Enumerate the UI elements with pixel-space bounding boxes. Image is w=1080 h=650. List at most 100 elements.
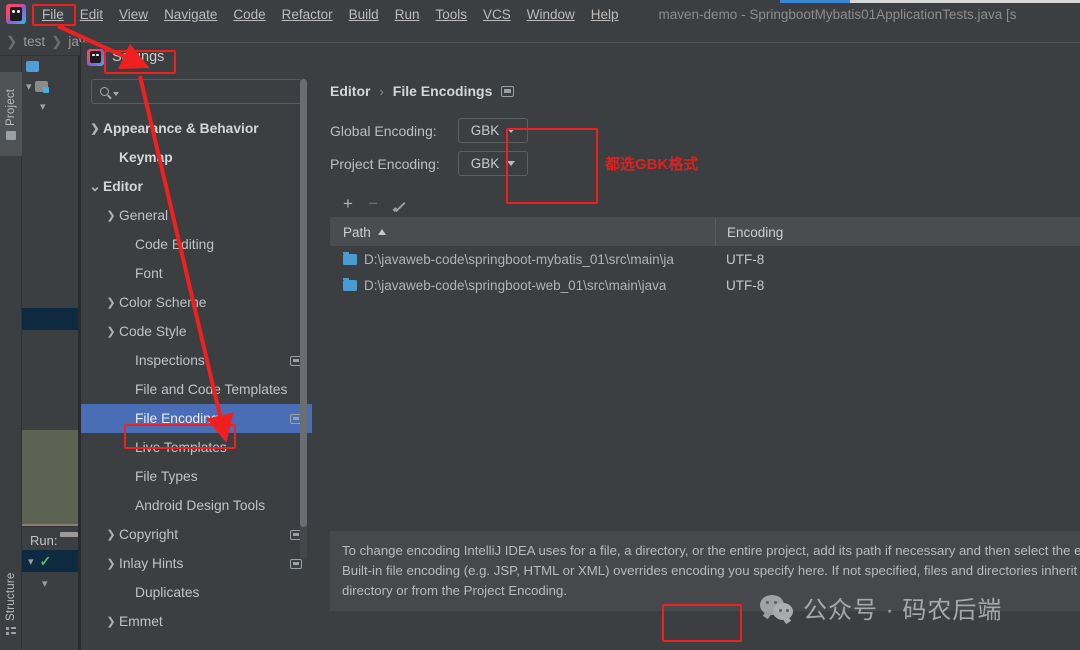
settings-tree-item-label: Keymap bbox=[119, 150, 173, 165]
settings-tree-item-inspections[interactable]: Inspections bbox=[81, 346, 312, 375]
menu-refactor-label: Refactor bbox=[281, 6, 333, 22]
run-result-subrow[interactable]: ▾ bbox=[22, 572, 80, 594]
table-row[interactable]: D:\javaweb-code\springboot-mybatis_01\sr… bbox=[330, 246, 1080, 272]
menu-tools[interactable]: Tools bbox=[427, 4, 475, 25]
menu-refactor[interactable]: Refactor bbox=[274, 4, 341, 25]
encoding-table-body: D:\javaweb-code\springboot-mybatis_01\sr… bbox=[330, 246, 1080, 459]
chevron-down-icon: ⌄ bbox=[89, 178, 101, 194]
menu-help[interactable]: Help bbox=[583, 4, 627, 25]
global-encoding-label: Global Encoding: bbox=[330, 122, 437, 139]
menu-edit-label: Edit bbox=[79, 6, 104, 22]
settings-tree-item-inlay-hints[interactable]: ❯ Inlay Hints bbox=[81, 549, 312, 578]
menu-build[interactable]: Build bbox=[341, 4, 387, 25]
settings-tree-item-font[interactable]: Font bbox=[81, 259, 312, 288]
settings-tree-item-keymap[interactable]: Keymap bbox=[81, 143, 312, 172]
breadcrumb-item-test[interactable]: test bbox=[23, 34, 45, 49]
settings-tree-item-label: General bbox=[119, 208, 169, 223]
settings-tree-item-label: Copyright bbox=[119, 527, 179, 542]
edit-pencil-icon[interactable] bbox=[393, 197, 407, 211]
breadcrumb-file-encodings: File Encodings bbox=[392, 83, 493, 99]
wechat-bubble-small bbox=[773, 602, 793, 620]
scrollbar-thumb[interactable] bbox=[300, 79, 307, 527]
menu-code-label: Code bbox=[233, 6, 266, 22]
settings-tree-item-code-editing[interactable]: Code Editing bbox=[81, 230, 312, 259]
settings-tree-item-file-encodings[interactable]: File Encodings bbox=[81, 404, 312, 433]
remove-path-button[interactable]: − bbox=[368, 195, 378, 212]
project-tree-row-2[interactable]: ▾ bbox=[22, 96, 80, 116]
chevron-down-icon-search bbox=[113, 91, 119, 96]
settings-tree-item-label: Inspections bbox=[135, 353, 205, 368]
encoding-table-toolbar: + − bbox=[330, 190, 1080, 218]
settings-tree-item-label: Editor bbox=[103, 179, 143, 194]
watermark: 公众号 · 码农后端 bbox=[760, 590, 1002, 625]
settings-tree-item-appearance-behavior[interactable]: ❯ Appearance & Behavior bbox=[81, 114, 312, 143]
add-path-button[interactable]: + bbox=[343, 195, 353, 212]
run-result-row[interactable]: ▾ ✓ bbox=[22, 550, 80, 572]
run-panel-label: Run: bbox=[30, 533, 58, 548]
chevron-down-icon-project bbox=[507, 161, 516, 166]
settings-tree: ❯ Appearance & Behavior Keymap ⌄ Editor ❯ Gene… bbox=[81, 114, 312, 634]
menu-window[interactable]: Window bbox=[519, 4, 583, 25]
wechat-dot-4 bbox=[786, 608, 789, 612]
project-tree-row-1[interactable]: ▾ bbox=[22, 76, 80, 96]
settings-tree-item-live-templates[interactable]: Live Templates bbox=[81, 433, 312, 462]
table-cell-encoding[interactable]: UTF-8 bbox=[715, 278, 764, 293]
folder-icon bbox=[343, 251, 357, 265]
breadcrumb-sep-0: ❯ bbox=[6, 33, 18, 49]
settings-tree-item-file-and-code-templates[interactable]: File and Code Templates bbox=[81, 375, 312, 404]
settings-tree-item-android-design-tools[interactable]: Android Design Tools bbox=[81, 491, 312, 520]
chevron-down-icon-run2: ▾ bbox=[42, 577, 48, 590]
column-header-path[interactable]: Path bbox=[330, 218, 715, 246]
settings-tree-item-label: Live Templates bbox=[135, 440, 227, 455]
menu-tools-label: Tools bbox=[435, 6, 467, 22]
menu-build-label: Build bbox=[348, 6, 379, 22]
menu-navigate-label: Navigate bbox=[164, 6, 218, 22]
settings-dialog: Settings ❯ Appearance & Behavior Keymap ⌄ Ed… bbox=[80, 42, 1080, 650]
chevron-down-icon-2: ▾ bbox=[40, 100, 46, 113]
run-tool-window: Run: ▾ ✓ ▾ bbox=[22, 526, 80, 650]
menu-code[interactable]: Code bbox=[225, 4, 273, 25]
settings-tree-item-label: Emmet bbox=[119, 614, 163, 629]
rail-tab-project[interactable]: Project bbox=[0, 72, 22, 156]
column-header-encoding[interactable]: Encoding bbox=[716, 225, 783, 240]
project-scope-badge-icon bbox=[501, 85, 515, 97]
chevron-right-icon: ❯ bbox=[106, 326, 116, 338]
settings-tree-scrollbar[interactable] bbox=[300, 79, 307, 559]
settings-tree-item-emmet[interactable]: ❯ Emmet bbox=[81, 607, 312, 634]
settings-tree-item-editor[interactable]: ⌄ Editor bbox=[81, 172, 312, 201]
search-input[interactable] bbox=[121, 84, 301, 99]
settings-tree-item-color-scheme[interactable]: ❯ Color Scheme bbox=[81, 288, 312, 317]
settings-tree-item-label: File and Code Templates bbox=[135, 382, 288, 397]
run-toolbar-chip bbox=[60, 532, 78, 537]
settings-search-wrap bbox=[81, 71, 312, 104]
menu-run-label: Run bbox=[394, 6, 420, 22]
chevron-down-icon-run: ▾ bbox=[28, 555, 34, 568]
settings-tree-item-label: Code Editing bbox=[135, 237, 215, 252]
menu-vcs[interactable]: VCS bbox=[475, 4, 519, 25]
settings-tree-item-general[interactable]: ❯ General bbox=[81, 201, 312, 230]
table-row[interactable]: D:\javaweb-code\springboot-web_01\src\ma… bbox=[330, 272, 1080, 298]
project-encoding-dropdown[interactable]: GBK bbox=[458, 151, 528, 176]
settings-tree-item-code-style[interactable]: ❯ Code Style bbox=[81, 317, 312, 346]
intellij-logo-icon bbox=[6, 4, 26, 24]
menu-view[interactable]: View bbox=[111, 4, 156, 25]
wechat-icon bbox=[760, 594, 794, 621]
menu-edit[interactable]: Edit bbox=[72, 4, 111, 25]
settings-title: Settings bbox=[112, 49, 165, 65]
chevron-right-icon: ❯ bbox=[90, 123, 100, 135]
settings-tree-item-label: File Types bbox=[135, 469, 198, 484]
main-menu-bar: File Edit View Navigate Code Refactor Bu… bbox=[0, 0, 1080, 28]
menu-navigate[interactable]: Navigate bbox=[156, 4, 225, 25]
settings-body: ❯ Appearance & Behavior Keymap ⌄ Editor ❯ Gene… bbox=[81, 71, 1080, 650]
menu-file[interactable]: File bbox=[34, 4, 72, 25]
global-encoding-dropdown[interactable]: GBK bbox=[458, 118, 528, 143]
settings-tree-item-copyright[interactable]: ❯ Copyright bbox=[81, 520, 312, 549]
settings-tree-item-duplicates[interactable]: Duplicates bbox=[81, 578, 312, 607]
settings-search-box[interactable] bbox=[91, 79, 302, 104]
menu-run[interactable]: Run bbox=[387, 4, 428, 25]
settings-tree-item-file-types[interactable]: File Types bbox=[81, 462, 312, 491]
wechat-dot-2 bbox=[774, 600, 777, 604]
rail-tab-structure[interactable]: Structure bbox=[0, 556, 22, 650]
table-cell-encoding[interactable]: UTF-8 bbox=[715, 252, 764, 267]
project-icon bbox=[6, 130, 16, 140]
